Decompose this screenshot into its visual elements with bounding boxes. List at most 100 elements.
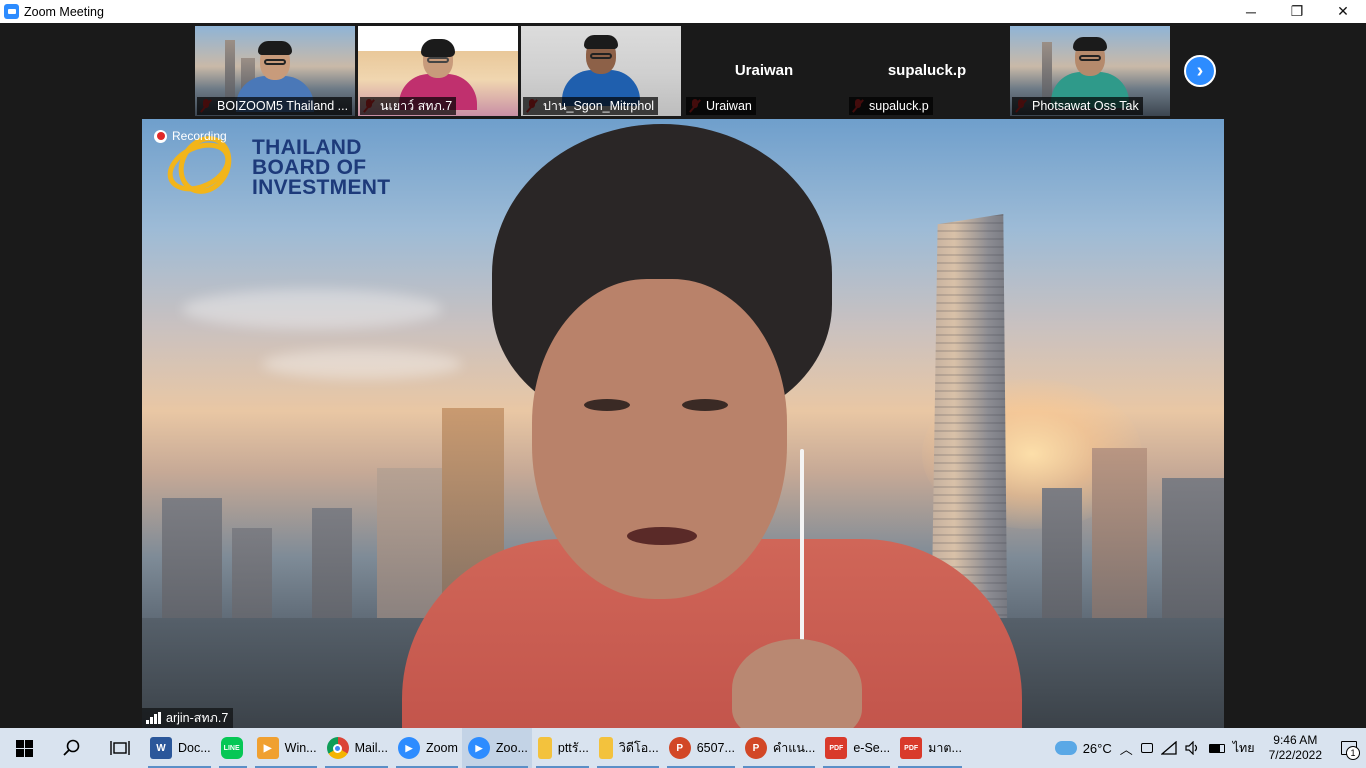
taskbar-app-label: Zoom bbox=[425, 741, 458, 755]
participant-name: Photsawat Oss Tak bbox=[1012, 97, 1143, 115]
taskbar-app-zoom-meeting[interactable]: ▶ Zoo... bbox=[461, 728, 532, 768]
battery-icon bbox=[1208, 743, 1225, 753]
participant-tile[interactable]: Uraiwan Uraiwan bbox=[684, 26, 844, 116]
weather-temperature: 26°C bbox=[1082, 740, 1112, 756]
gallery-strip: BOIZOOM5 Thailand ... นเยาว์ สทภ.7 ปาน_S… bbox=[195, 26, 1170, 116]
participant-tile[interactable]: supaluck.p supaluck.p bbox=[847, 26, 1007, 116]
folder-icon bbox=[537, 737, 552, 759]
participant-name: Uraiwan bbox=[686, 97, 756, 115]
taskbar-app-powerpoint[interactable]: P 6507... bbox=[663, 728, 739, 768]
taskbar-app-label: e-Se... bbox=[853, 741, 891, 755]
participant-name: นเยาว์ สทภ.7 bbox=[360, 97, 457, 115]
powerpoint-icon: P bbox=[668, 737, 691, 759]
taskbar-app-zoom[interactable]: ▶ Zoom bbox=[392, 728, 462, 768]
taskbar-app-label: pttรั... bbox=[557, 741, 589, 755]
pdf-icon: PDF bbox=[900, 737, 923, 759]
search-button[interactable] bbox=[48, 728, 96, 768]
title-bar: Zoom Meeting ─ ❐ ✕ bbox=[0, 0, 1366, 23]
powerpoint-icon: P bbox=[744, 737, 767, 759]
building-shape bbox=[225, 40, 235, 98]
participant-tile[interactable]: ปาน_Sgon_Mitrphol bbox=[521, 26, 681, 116]
chevron-right-icon: › bbox=[1196, 60, 1204, 82]
input-language-button[interactable]: ไทย bbox=[1229, 738, 1259, 758]
clock-date: 7/22/2022 bbox=[1268, 748, 1322, 762]
action-center-button[interactable]: 1 bbox=[1332, 728, 1366, 768]
minimize-button[interactable]: ─ bbox=[1228, 0, 1274, 23]
record-icon bbox=[154, 129, 167, 143]
zoom-icon: ▶ bbox=[467, 737, 490, 759]
participant-tile[interactable]: BOIZOOM5 Thailand ... bbox=[195, 26, 355, 116]
windows-taskbar: W Doc... LINE ▶ Win... Mail... ▶ Zoom ▶ … bbox=[0, 728, 1366, 768]
presenter-figure bbox=[402, 119, 1022, 728]
meeting-area: BOIZOOM5 Thailand ... นเยาว์ สทภ.7 ปาน_S… bbox=[0, 23, 1366, 728]
taskbar-app-folder[interactable]: pttรั... bbox=[532, 728, 593, 768]
taskbar-app-pdf[interactable]: PDF มาต... bbox=[894, 728, 966, 768]
restore-button[interactable]: ❐ bbox=[1274, 0, 1320, 23]
weather-cloud-icon bbox=[1054, 741, 1077, 755]
connection-signal-icon bbox=[146, 712, 161, 724]
taskbar-app-media-player[interactable]: ▶ Win... bbox=[251, 728, 321, 768]
taskbar-app-label: Zoo... bbox=[495, 741, 528, 755]
recording-label: Recording bbox=[172, 129, 227, 143]
show-hidden-icons-button[interactable]: ︿ bbox=[1116, 739, 1137, 758]
window-title: Zoom Meeting bbox=[24, 4, 104, 19]
taskbar-app-label: คำแน... bbox=[772, 741, 816, 755]
clock-time: 9:46 AM bbox=[1273, 733, 1318, 747]
battery-button[interactable] bbox=[1205, 743, 1229, 753]
chrome-icon bbox=[326, 737, 349, 759]
taskbar-app-label: Mail... bbox=[354, 741, 388, 755]
close-button[interactable]: ✕ bbox=[1320, 0, 1366, 23]
task-view-icon bbox=[110, 741, 130, 755]
taskbar-app-folder[interactable]: วิดีโอ... bbox=[593, 728, 663, 768]
window-controls: ─ ❐ ✕ bbox=[1228, 0, 1366, 23]
notification-count: 1 bbox=[1346, 746, 1360, 760]
camera-icon bbox=[1140, 743, 1153, 753]
earphone-cable bbox=[800, 449, 804, 649]
line-icon: LINE bbox=[220, 737, 243, 759]
system-tray: 26°C ︿ ไทย 9:46 AM 7/22/2022 1 bbox=[1051, 728, 1366, 768]
taskbar-app-pdf[interactable]: PDF e-Se... bbox=[819, 728, 894, 768]
taskbar-app-powerpoint[interactable]: P คำแน... bbox=[739, 728, 819, 768]
recording-indicator[interactable]: Recording bbox=[154, 129, 227, 143]
media-player-icon: ▶ bbox=[256, 737, 279, 759]
zoom-icon: ▶ bbox=[397, 737, 420, 759]
meet-now-button[interactable] bbox=[1137, 743, 1157, 753]
search-icon bbox=[63, 739, 80, 756]
weather-widget[interactable]: 26°C bbox=[1051, 741, 1116, 756]
taskbar-app-label: มาต... bbox=[928, 741, 962, 755]
logo-text-line: THAILAND bbox=[252, 136, 362, 159]
chevron-up-icon: ︿ bbox=[1119, 741, 1133, 757]
participant-name: ปาน_Sgon_Mitrphol bbox=[523, 97, 659, 115]
taskbar-app-chrome[interactable]: Mail... bbox=[321, 728, 392, 768]
next-page-button[interactable]: › bbox=[1184, 55, 1216, 87]
participant-tile[interactable]: นเยาว์ สทภ.7 bbox=[358, 26, 518, 116]
participant-tile[interactable]: Photsawat Oss Tak bbox=[1010, 26, 1170, 116]
taskbar-app-label: 6507... bbox=[696, 741, 735, 755]
speaker-icon bbox=[1185, 741, 1197, 755]
speaker-name-label: arjin-สทภ.7 bbox=[142, 708, 234, 728]
participant-display-name: Uraiwan bbox=[734, 62, 794, 79]
participant-video bbox=[562, 35, 640, 106]
network-button[interactable] bbox=[1157, 741, 1181, 755]
active-speaker-video[interactable]: THAILAND BOARD OF INVESTMENT Recording a… bbox=[142, 119, 1224, 728]
taskbar-app-word[interactable]: W Doc... bbox=[144, 728, 215, 768]
word-icon: W bbox=[150, 737, 172, 759]
taskbar-app-line[interactable]: LINE bbox=[215, 728, 251, 768]
volume-button[interactable] bbox=[1181, 741, 1205, 755]
zoom-app-icon bbox=[4, 4, 19, 19]
taskbar-app-label: Win... bbox=[284, 741, 317, 755]
folder-icon bbox=[598, 737, 613, 759]
task-view-button[interactable] bbox=[96, 728, 144, 768]
participant-display-name: supaluck.p bbox=[887, 62, 967, 79]
taskbar-clock[interactable]: 9:46 AM 7/22/2022 bbox=[1259, 733, 1332, 763]
windows-logo-icon bbox=[15, 739, 33, 757]
logo-text-line: INVESTMENT bbox=[252, 176, 391, 199]
taskbar-app-label: Doc... bbox=[178, 741, 211, 755]
taskbar-app-label: วิดีโอ... bbox=[618, 741, 659, 755]
logo-text-line: BOARD OF bbox=[252, 156, 367, 179]
participant-name: supaluck.p bbox=[849, 97, 933, 115]
participant-name: BOIZOOM5 Thailand ... bbox=[197, 97, 353, 115]
start-button[interactable] bbox=[0, 728, 48, 768]
speaker-name: arjin-สทภ.7 bbox=[166, 711, 229, 725]
wifi-icon bbox=[1160, 741, 1177, 755]
